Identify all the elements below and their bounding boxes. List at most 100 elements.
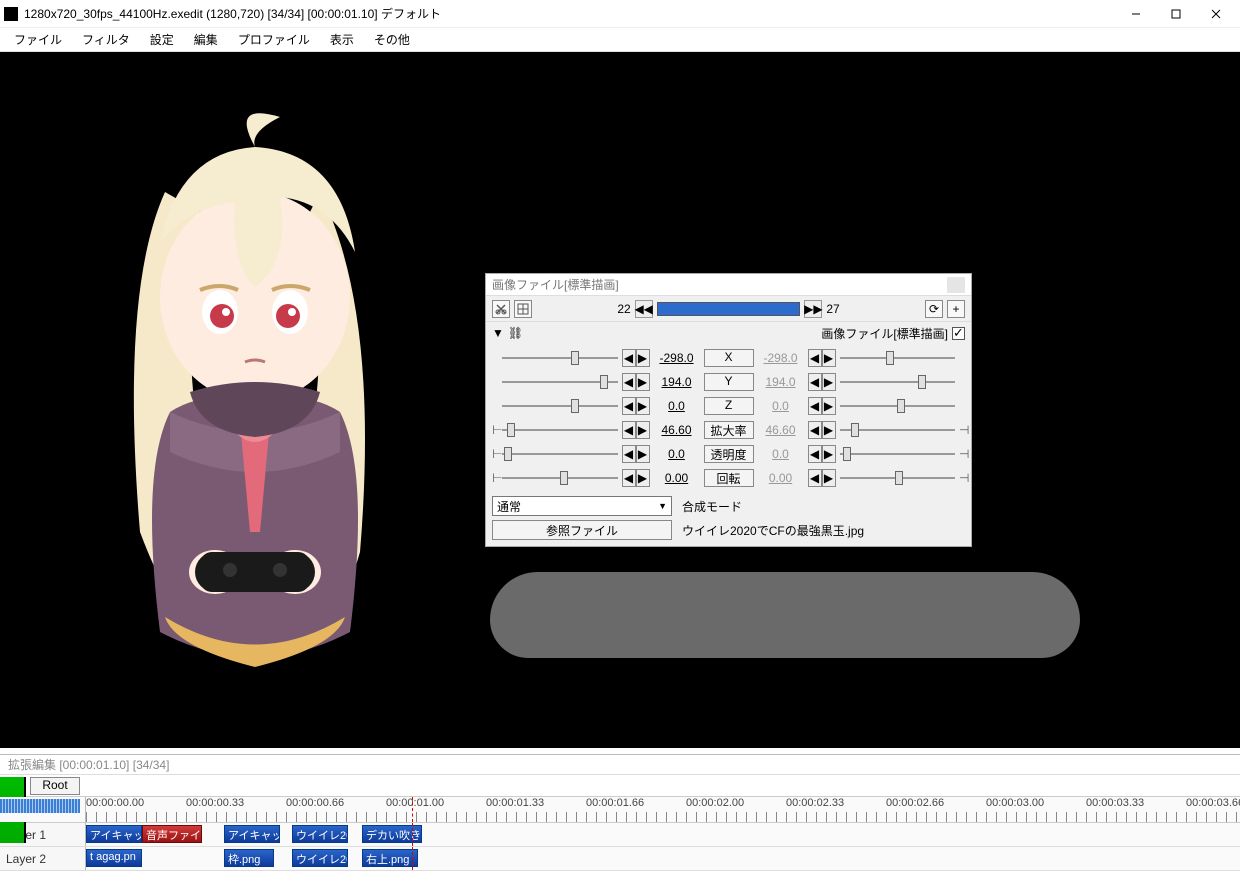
dec-button[interactable]: ◀	[622, 397, 636, 415]
value-left[interactable]: 0.0	[654, 447, 700, 461]
enable-checkbox[interactable]	[952, 327, 965, 340]
slider-right[interactable]	[840, 469, 956, 487]
timeline-clip[interactable]: ウイイレ202	[292, 825, 348, 843]
inc-button-r[interactable]: ▶	[822, 349, 836, 367]
dec-button-r[interactable]: ◀	[808, 445, 822, 463]
value-right[interactable]: 194.0	[758, 375, 804, 389]
layer-track[interactable]: アイキャッチ音声ファイルアイキャッチウイイレ202デカい吹き	[86, 823, 1240, 846]
slider-left[interactable]	[502, 349, 618, 367]
slider-right[interactable]	[840, 373, 956, 391]
menu-settings[interactable]: 設定	[140, 28, 184, 51]
prev-frame-button[interactable]: ◀◀	[635, 300, 653, 318]
inc-button[interactable]: ▶	[636, 469, 650, 487]
inc-button-r[interactable]: ▶	[822, 397, 836, 415]
param-label-button[interactable]: 拡大率	[704, 421, 754, 439]
slider-left[interactable]	[502, 469, 618, 487]
dec-button-r[interactable]: ◀	[808, 469, 822, 487]
refresh-icon[interactable]: ⟳	[925, 300, 943, 318]
dec-button-r[interactable]: ◀	[808, 373, 822, 391]
inc-button-r[interactable]: ▶	[822, 373, 836, 391]
slider-right[interactable]	[840, 421, 956, 439]
slider-left[interactable]	[502, 421, 618, 439]
menu-view[interactable]: 表示	[320, 28, 364, 51]
layer-header[interactable]: Layer 2	[0, 847, 86, 870]
timeline-clip[interactable]: アイキャッチ	[224, 825, 280, 843]
value-right[interactable]: -298.0	[758, 351, 804, 365]
inc-button[interactable]: ▶	[636, 421, 650, 439]
inc-button-r[interactable]: ▶	[822, 469, 836, 487]
blend-mode-select[interactable]: 通常	[492, 496, 672, 516]
collapse-icon[interactable]: ▼	[492, 326, 504, 340]
close-button[interactable]	[1196, 0, 1236, 28]
header-right-label: 画像ファイル[標準描画]	[821, 325, 948, 342]
timeline-clip[interactable]: デカい吹き	[362, 825, 422, 843]
param-label-button[interactable]: 回転	[704, 469, 754, 487]
time-ruler[interactable]: 00:00:00.0000:00:00.3300:00:00.6600:00:0…	[86, 797, 1240, 822]
timeline-clip[interactable]: アイキャッチ	[86, 825, 142, 843]
inc-button-r[interactable]: ▶	[822, 421, 836, 439]
value-left[interactable]: -298.0	[654, 351, 700, 365]
slider-left[interactable]	[502, 373, 618, 391]
ref-file-button[interactable]: 参照ファイル	[492, 520, 672, 540]
timeline-clip[interactable]: ウイイレ202	[292, 849, 348, 867]
timeline-clip[interactable]: 音声ファイル	[142, 825, 202, 843]
timeline-clip[interactable]: 右上.png	[362, 849, 418, 867]
slider-left[interactable]	[502, 397, 618, 415]
menu-other[interactable]: その他	[364, 28, 420, 51]
param-label-button[interactable]: Y	[704, 373, 754, 391]
menu-file[interactable]: ファイル	[4, 28, 72, 51]
inc-button[interactable]: ▶	[636, 445, 650, 463]
layer-track[interactable]: t agag.pn 枠.png ウイイレ202 右上.png	[86, 847, 1240, 870]
dialog-close-button[interactable]	[947, 277, 965, 293]
dialog-title[interactable]: 画像ファイル[標準描画]	[486, 274, 971, 296]
timeline-title[interactable]: 拡張編集 [00:00:01.10] [34/34]	[0, 755, 1240, 775]
root-scene-button[interactable]: Root	[30, 777, 80, 795]
value-left[interactable]: 0.0	[654, 399, 700, 413]
property-dialog[interactable]: 画像ファイル[標準描画] 22 ◀◀ ▶▶ 27 ⟳ + ▼ ⛓ 画像ファイル[…	[485, 273, 972, 547]
menu-filter[interactable]: フィルタ	[72, 28, 140, 51]
value-left[interactable]: 0.00	[654, 471, 700, 485]
dec-button-r[interactable]: ◀	[808, 349, 822, 367]
dec-button[interactable]: ◀	[622, 469, 636, 487]
menu-edit[interactable]: 編集	[184, 28, 228, 51]
timeline-clip[interactable]: t agag.pn	[86, 849, 142, 867]
dec-button-r[interactable]: ◀	[808, 397, 822, 415]
grid-icon[interactable]	[514, 300, 532, 318]
value-right[interactable]: 0.00	[758, 471, 804, 485]
dec-button[interactable]: ◀	[622, 349, 636, 367]
value-right[interactable]: 0.0	[758, 399, 804, 413]
param-label-button[interactable]: 透明度	[704, 445, 754, 463]
slider-right[interactable]	[840, 397, 956, 415]
next-frame-button[interactable]: ▶▶	[804, 300, 822, 318]
playhead[interactable]	[412, 797, 413, 822]
ruler-tick-label: 00:00:00.33	[186, 797, 244, 809]
maximize-button[interactable]	[1156, 0, 1196, 28]
dec-button-r[interactable]: ◀	[808, 421, 822, 439]
playhead[interactable]	[412, 823, 413, 846]
inc-button-r[interactable]: ▶	[822, 445, 836, 463]
inc-button[interactable]: ▶	[636, 373, 650, 391]
dec-button[interactable]: ◀	[622, 421, 636, 439]
param-label-button[interactable]: Z	[704, 397, 754, 415]
cut-icon[interactable]	[492, 300, 510, 318]
value-right[interactable]: 0.0	[758, 447, 804, 461]
dec-button[interactable]: ◀	[622, 373, 636, 391]
frame-range-bar[interactable]	[657, 302, 801, 316]
slider-right[interactable]	[840, 349, 956, 367]
playhead[interactable]	[412, 847, 413, 870]
value-left[interactable]: 46.60	[654, 423, 700, 437]
minimize-button[interactable]	[1116, 0, 1156, 28]
slider-right[interactable]	[840, 445, 956, 463]
param-label-button[interactable]: X	[704, 349, 754, 367]
link-icon[interactable]: ⛓	[508, 326, 523, 340]
dialog-frame-bar: 22 ◀◀ ▶▶ 27 ⟳ +	[486, 296, 971, 322]
menu-profile[interactable]: プロファイル	[228, 28, 320, 51]
value-left[interactable]: 194.0	[654, 375, 700, 389]
inc-button[interactable]: ▶	[636, 349, 650, 367]
inc-button[interactable]: ▶	[636, 397, 650, 415]
add-icon[interactable]: +	[947, 300, 965, 318]
value-right[interactable]: 46.60	[758, 423, 804, 437]
dec-button[interactable]: ◀	[622, 445, 636, 463]
timeline-clip[interactable]: 枠.png	[224, 849, 274, 867]
slider-left[interactable]	[502, 445, 618, 463]
